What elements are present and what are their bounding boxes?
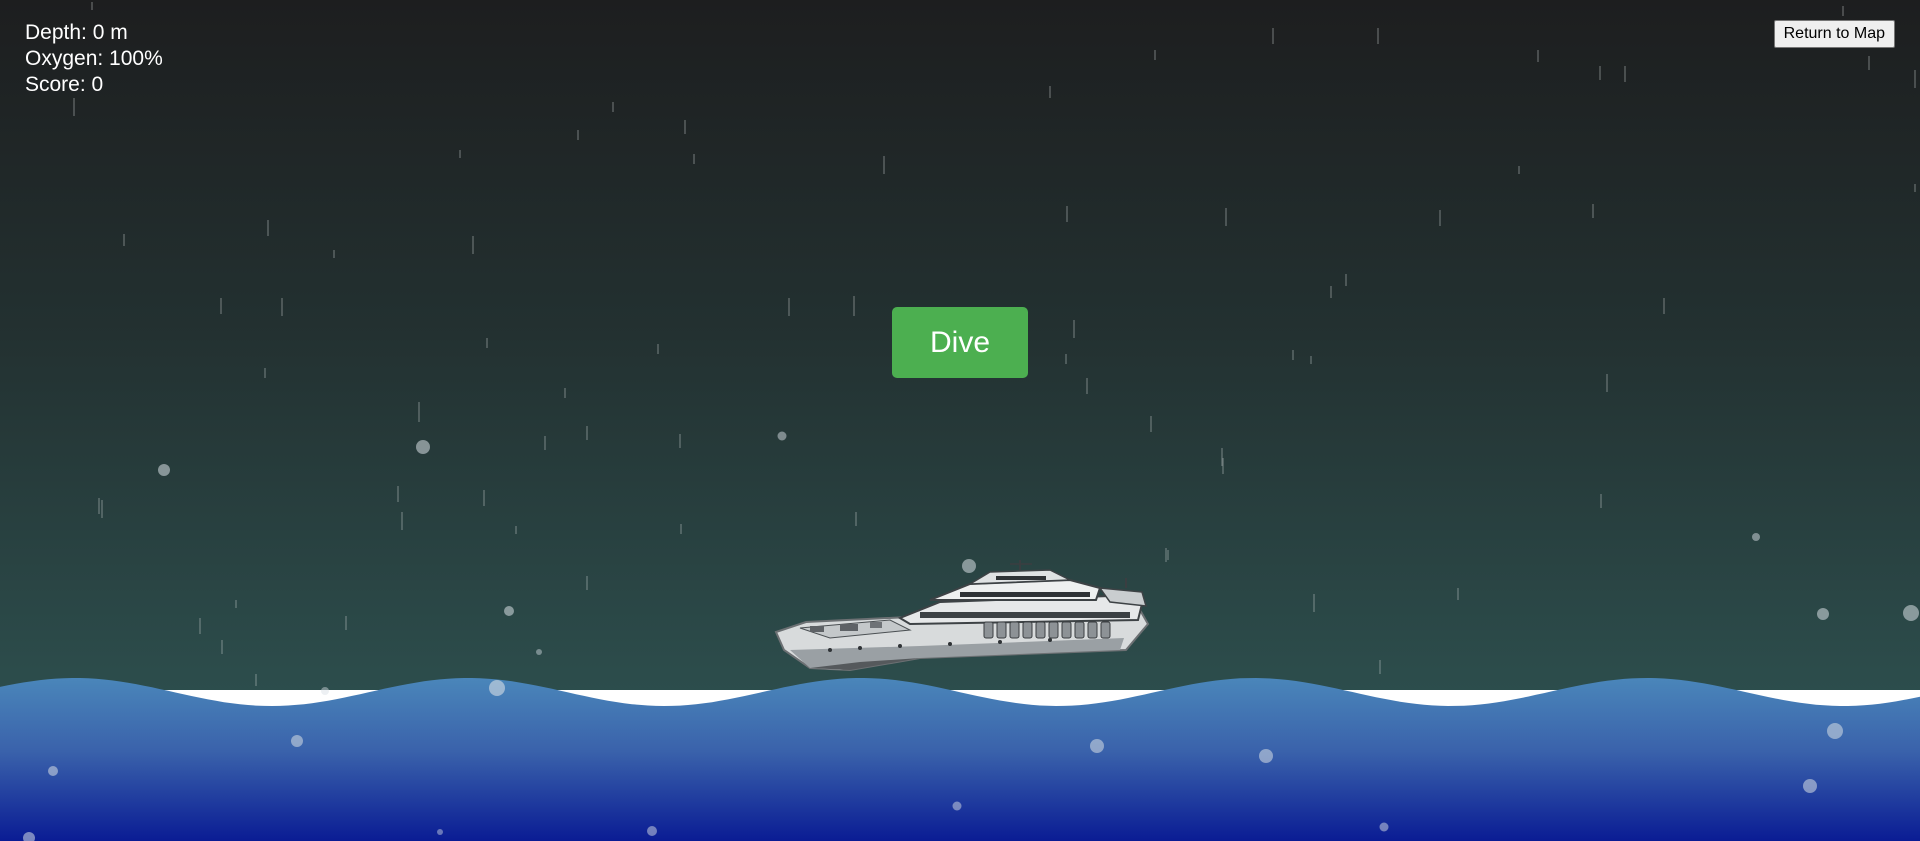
bubble — [158, 464, 170, 476]
bubble — [952, 801, 962, 811]
depth-readout: Depth: 0 m — [25, 21, 128, 44]
bubble — [647, 826, 657, 836]
bubble — [1827, 723, 1843, 739]
bubble — [1817, 608, 1829, 620]
bubble — [777, 431, 787, 441]
bubble — [437, 829, 443, 835]
bubble — [1090, 739, 1104, 753]
bubble — [504, 606, 514, 616]
bubble — [536, 649, 542, 655]
bubble — [962, 559, 976, 573]
dive-button[interactable]: Dive — [892, 307, 1028, 378]
bubble — [1803, 779, 1817, 793]
oxygen-readout: Oxygen: 100% — [25, 47, 163, 70]
bubble — [489, 680, 505, 696]
bubble — [23, 832, 35, 841]
bubbles-layer — [23, 431, 1919, 841]
bubble — [321, 687, 329, 695]
bubble — [291, 735, 303, 747]
hud-panel: Depth: 0 m Oxygen: 100% Score: 0 — [25, 20, 163, 98]
bubble — [1379, 822, 1389, 832]
bubble — [416, 440, 430, 454]
bubble — [1903, 605, 1919, 621]
score-readout: Score: 0 — [25, 73, 104, 96]
bubble — [1752, 533, 1760, 541]
return-to-map-button[interactable]: Return to Map — [1773, 20, 1895, 48]
bubble — [1259, 749, 1273, 763]
bubble — [48, 766, 58, 776]
game-scene: Depth: 0 m Oxygen: 100% Score: 0 Return … — [0, 0, 1920, 841]
